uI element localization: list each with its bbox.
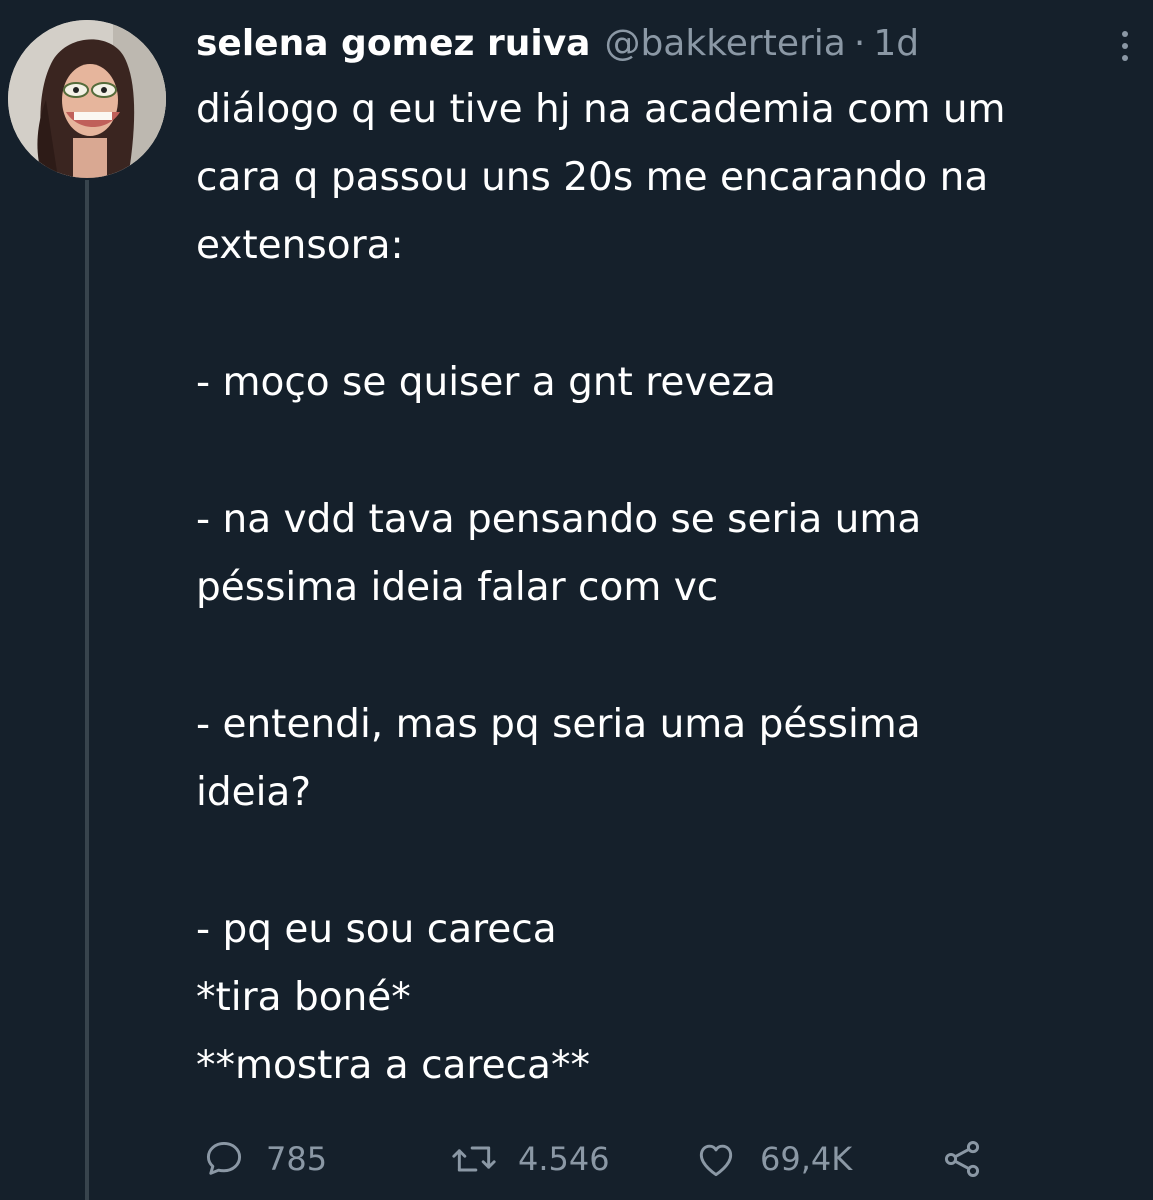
tweet-header: selena gomez ruiva @bakkerteria · 1d [196, 16, 1096, 72]
vertical-ellipsis-icon [1122, 31, 1128, 37]
text-line: - moço se quiser a gnt reveza [196, 360, 776, 405]
retweet-icon [452, 1146, 496, 1172]
text-line: cara q passou uns 20s me encarando na [196, 155, 989, 200]
text-line: extensora: [196, 223, 404, 268]
tweet-timestamp[interactable]: 1d [873, 16, 919, 72]
avatar-image [8, 20, 166, 178]
tweet-paragraph: - pq eu sou careca *tira boné* **mostra … [196, 896, 1146, 1100]
tweet-paragraph: - moço se quiser a gnt reveza [196, 349, 1146, 417]
retweet-button[interactable]: 4.546 [450, 1134, 610, 1184]
speech-bubble-icon [206, 1141, 242, 1175]
share-icon [944, 1141, 980, 1177]
like-count: 69,4K [760, 1140, 853, 1178]
avatar[interactable] [8, 20, 166, 178]
author-name[interactable]: selena gomez ruiva [196, 16, 590, 72]
tweet[interactable]: selena gomez ruiva @bakkerteria · 1d diá… [0, 0, 1153, 1200]
thread-line [85, 180, 89, 1200]
author-handle[interactable]: @bakkerteria [604, 16, 845, 72]
reply-button[interactable]: 785 [202, 1134, 327, 1184]
text-line: ideia? [196, 770, 312, 815]
reply-count: 785 [266, 1140, 328, 1178]
text-line: - na vdd tava pensando se seria uma [196, 497, 922, 542]
text-line: diálogo q eu tive hj na academia com um [196, 87, 1006, 132]
text-line: **mostra a careca** [196, 1043, 590, 1088]
text-line: - entendi, mas pq seria uma péssima [196, 702, 921, 747]
tweet-paragraph: diálogo q eu tive hj na academia com um … [196, 76, 1146, 280]
more-options-button[interactable] [1110, 24, 1140, 68]
tweet-actions: 785 4.546 69,4K [200, 1134, 1100, 1184]
text-line: - pq eu sou careca [196, 907, 557, 952]
like-button[interactable]: 69,4K [692, 1134, 852, 1184]
separator-dot: · [853, 23, 866, 64]
share-button[interactable] [938, 1134, 986, 1184]
heart-icon [699, 1144, 733, 1177]
tweet-paragraph: - entendi, mas pq seria uma péssima idei… [196, 691, 1146, 827]
tweet-text: diálogo q eu tive hj na academia com um … [196, 76, 1146, 1100]
text-line: péssima ideia falar com vc [196, 565, 719, 610]
retweet-count: 4.546 [518, 1140, 610, 1178]
text-line: *tira boné* [196, 975, 411, 1020]
tweet-paragraph: - na vdd tava pensando se seria uma péss… [196, 486, 1146, 622]
